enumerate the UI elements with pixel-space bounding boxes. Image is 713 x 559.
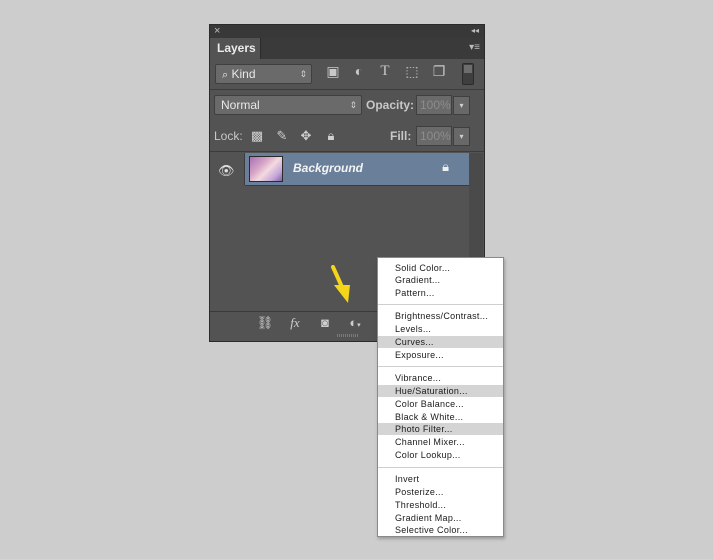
opacity-dropdown-button[interactable]: ▾ xyxy=(453,96,470,115)
menu-item[interactable]: Black & White... xyxy=(378,411,503,423)
filter-kind-label: Kind xyxy=(231,67,256,81)
visibility-eye-icon[interactable]: 👁︎ xyxy=(218,163,235,179)
menu-item[interactable]: Invert xyxy=(378,473,503,485)
filter-toggle-switch[interactable] xyxy=(462,63,474,85)
menu-item[interactable]: Brightness/Contrast... xyxy=(378,310,503,322)
filter-row-divider xyxy=(210,89,484,90)
layer-row-background[interactable]: Background 🔒︎ xyxy=(245,153,469,186)
menu-item-curves[interactable]: Curves... xyxy=(378,336,503,348)
tab-layers[interactable]: Layers xyxy=(210,38,261,59)
panel-titlebar: × ◂◂ xyxy=(210,25,484,38)
blend-mode-value: Normal xyxy=(221,98,260,112)
menu-separator xyxy=(378,366,503,367)
chevron-updown-icon: ⇕ xyxy=(349,100,357,110)
blend-mode-select[interactable]: Normal ⇕ xyxy=(214,95,362,115)
new-adjustment-layer-icon[interactable]: ◐▾ xyxy=(346,315,364,330)
shape-filter-icon[interactable]: ⬚ xyxy=(403,62,421,80)
menu-item-photo-filter[interactable]: Photo Filter... xyxy=(378,423,503,435)
tab-row: Layers ▾≡ xyxy=(210,38,484,59)
image-filter-icon[interactable]: ▣ xyxy=(324,62,342,80)
menu-item[interactable]: Threshold... xyxy=(378,499,503,511)
adjustment-filter-icon[interactable]: ◐ xyxy=(350,62,368,80)
menu-item[interactable]: Solid Color... xyxy=(378,262,503,274)
fill-label: Fill: xyxy=(390,129,412,143)
layer-thumbnail xyxy=(249,156,283,182)
adjustment-layer-menu: Solid Color... Gradient... Pattern... Br… xyxy=(377,257,504,537)
lock-transparent-icon[interactable]: ▩ xyxy=(249,128,265,144)
menu-item[interactable]: Exposure... xyxy=(378,349,503,361)
menu-item[interactable]: Vibrance... xyxy=(378,372,503,384)
fx-icon[interactable]: fx xyxy=(286,315,304,331)
type-filter-icon[interactable]: T xyxy=(376,62,394,80)
search-icon: ⌕ xyxy=(222,69,229,81)
filter-kind-select[interactable]: ⌕ Kind ⇕ xyxy=(215,64,312,84)
fill-dropdown-button[interactable]: ▾ xyxy=(453,127,470,146)
menu-separator xyxy=(378,467,503,468)
menu-item[interactable]: Selective Color... xyxy=(378,524,503,536)
menu-item[interactable]: Gradient... xyxy=(378,274,503,286)
layer-name: Background xyxy=(293,161,364,175)
lock-image-icon[interactable]: ✎ xyxy=(274,128,290,144)
opacity-field[interactable]: 100% xyxy=(416,95,452,115)
menu-separator xyxy=(378,304,503,305)
lock-all-icon[interactable]: 🔒︎ xyxy=(323,128,339,144)
resize-grip[interactable] xyxy=(337,334,359,337)
opacity-label: Opacity: xyxy=(366,98,415,112)
menu-item[interactable]: Pattern... xyxy=(378,287,503,299)
close-icon[interactable]: × xyxy=(214,25,220,37)
chevron-updown-icon: ⇕ xyxy=(299,69,307,79)
collapse-icon[interactable]: ◂◂ xyxy=(471,25,479,37)
lock-row-divider xyxy=(210,151,484,152)
menu-item[interactable]: Posterize... xyxy=(378,486,503,498)
filter-toggle-knob xyxy=(464,65,472,73)
link-layers-icon[interactable]: ⛓ xyxy=(256,315,274,331)
menu-item-hue-saturation[interactable]: Hue/Saturation... xyxy=(378,385,503,397)
fill-field[interactable]: 100% xyxy=(416,126,452,146)
lock-label: Lock: xyxy=(214,129,243,143)
layer-lock-icon: 🔒︎ xyxy=(442,159,449,174)
lock-position-icon[interactable]: ✥ xyxy=(298,128,314,144)
menu-item[interactable]: Gradient Map... xyxy=(378,512,503,524)
add-mask-icon[interactable]: ◙ xyxy=(316,315,334,330)
menu-item[interactable]: Color Lookup... xyxy=(378,449,503,461)
pointer-arrow-icon xyxy=(331,265,350,303)
menu-item[interactable]: Channel Mixer... xyxy=(378,436,503,448)
menu-item[interactable]: Color Balance... xyxy=(378,398,503,410)
smart-object-filter-icon[interactable]: ❐ xyxy=(430,62,448,80)
panel-menu-icon[interactable]: ▾≡ xyxy=(469,42,480,53)
menu-item[interactable]: Levels... xyxy=(378,323,503,335)
